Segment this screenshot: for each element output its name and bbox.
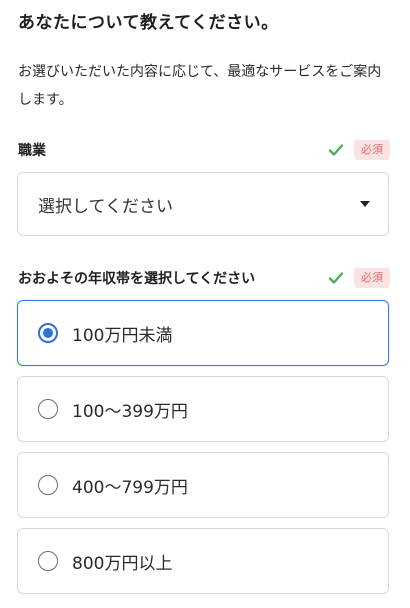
required-badge: 必須 xyxy=(354,140,390,160)
check-icon xyxy=(328,144,344,156)
income-option-400-799[interactable]: 400〜799万円 xyxy=(17,452,389,518)
chevron-down-icon xyxy=(360,201,370,207)
income-field-header: おおよその年収帯を選択してください 必須 xyxy=(18,266,390,290)
radio-checked-icon[interactable] xyxy=(38,323,58,343)
income-status: 必須 xyxy=(328,268,390,288)
option-label: 100〜399万円 xyxy=(72,401,188,422)
option-label: 100万円未満 xyxy=(72,325,173,346)
required-badge: 必須 xyxy=(354,268,390,288)
income-option-under-100[interactable]: 100万円未満 xyxy=(17,300,389,366)
option-label: 400〜799万円 xyxy=(72,477,188,498)
option-label: 800万円以上 xyxy=(72,553,173,574)
occupation-label: 職業 xyxy=(18,143,46,159)
radio-unchecked-icon[interactable] xyxy=(38,475,58,495)
radio-unchecked-icon[interactable] xyxy=(38,399,58,419)
income-label: おおよその年収帯を選択してください xyxy=(18,271,256,287)
income-option-800-plus[interactable]: 800万円以上 xyxy=(17,528,389,594)
form-page: あなたについて教えてください。 お選びいただいた内容に応じて、最適なサービスをご… xyxy=(0,0,410,608)
radio-unchecked-icon[interactable] xyxy=(38,551,58,571)
income-option-100-399[interactable]: 100〜399万円 xyxy=(17,376,389,442)
check-icon xyxy=(328,272,344,284)
page-title: あなたについて教えてください。 xyxy=(18,13,279,33)
occupation-field-header: 職業 必須 xyxy=(18,138,390,162)
occupation-select[interactable]: 選択してください xyxy=(17,172,389,236)
occupation-status: 必須 xyxy=(328,140,390,160)
occupation-select-value: 選択してください xyxy=(38,196,173,217)
intro-text: お選びいただいた内容に応じて、最適なサービスをご案内します。 xyxy=(18,64,382,108)
